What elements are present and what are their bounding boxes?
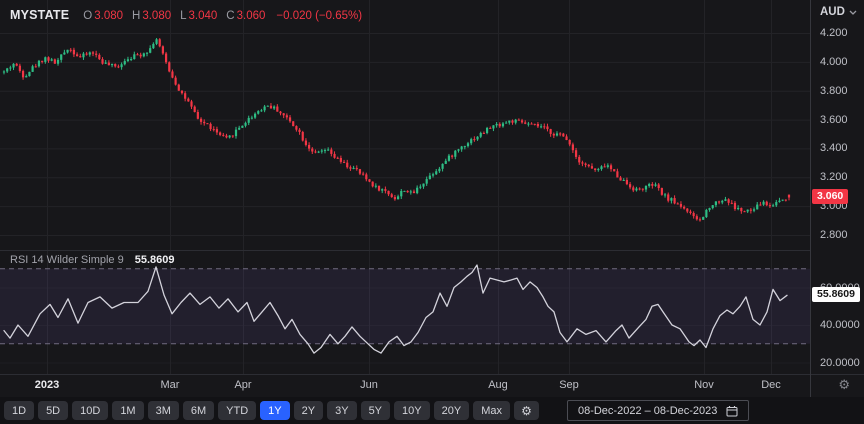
time-tick-mar: Mar bbox=[160, 379, 180, 391]
price-tick: 3.400 bbox=[820, 142, 848, 155]
toolbar-settings-gear-icon[interactable]: ⚙ bbox=[513, 401, 539, 420]
time-axis-scale[interactable]: ⚙ 2023 Mar Apr Jun Aug Sep Nov Dec bbox=[0, 374, 864, 398]
time-tick-aug: Aug bbox=[488, 379, 508, 391]
time-tick-sep: Sep bbox=[559, 379, 579, 391]
price-tick: 3.600 bbox=[820, 113, 848, 126]
price-axis-scale[interactable]: AUD 3.060 55.8609 4.200 4.000 3.800 3.600 3.… bbox=[810, 0, 864, 397]
range-button-3y[interactable]: 3Y bbox=[327, 401, 357, 420]
ohlc-high: H 3.080 bbox=[132, 10, 172, 22]
ohlc-open: O 3.080 bbox=[83, 10, 124, 22]
symbol-header: MYSTATE O 3.080 H 3.080 L 3.040 C 3.060 −0.0… bbox=[10, 8, 362, 22]
range-button-10d[interactable]: 10D bbox=[72, 401, 109, 420]
date-range-text: 08-Dec-2022 – 08-Dec-2023 bbox=[577, 404, 718, 417]
range-button-1m[interactable]: 1M bbox=[112, 401, 144, 420]
rsi-tick: 20.0000 bbox=[820, 356, 860, 369]
range-button-1y[interactable]: 1Y bbox=[260, 401, 290, 420]
price-tick: 3.800 bbox=[820, 84, 848, 97]
trading-chart-app: MYSTATE O 3.080 H 3.080 L 3.040 C 3.060 −0.0… bbox=[0, 0, 864, 424]
price-tick: 3.200 bbox=[820, 171, 848, 184]
range-button-group: 1D 5D 10D 1M 3M 6M YTD 1Y 2Y 3Y 5Y 10Y 20Y Max bbox=[4, 401, 510, 420]
rsi-current-value: 55.8609 bbox=[134, 254, 175, 266]
range-button-20y[interactable]: 20Y bbox=[433, 401, 470, 420]
calendar-icon bbox=[726, 405, 738, 416]
range-button-2y[interactable]: 2Y bbox=[293, 401, 324, 420]
last-price-badge: 3.060 bbox=[812, 189, 849, 205]
rsi-value-badge: 55.8609 bbox=[812, 287, 860, 303]
time-tick-dec: Dec bbox=[761, 379, 781, 391]
rsi-indicator-label: RSI 14 Wilder Simple 9 55.8609 bbox=[10, 254, 174, 266]
price-tick: 4.000 bbox=[820, 55, 848, 68]
time-tick-apr: Apr bbox=[234, 379, 252, 391]
price-tick: 4.200 bbox=[820, 27, 848, 39]
symbol-name: MYSTATE bbox=[10, 8, 70, 22]
range-toolbar: 1D 5D 10D 1M 3M 6M YTD 1Y 2Y 3Y 5Y 10Y 20Y Max ⚙ 08-D… bbox=[0, 397, 864, 424]
price-rsi-chart-canvas[interactable] bbox=[0, 0, 810, 374]
price-tick: 2.800 bbox=[820, 229, 848, 241]
range-button-3m[interactable]: 3M bbox=[147, 401, 179, 420]
currency-dropdown[interactable]: AUD bbox=[820, 6, 857, 18]
ohlc-close: C 3.060 bbox=[226, 10, 266, 22]
price-change: −0.020 (−0.65%) bbox=[276, 10, 363, 22]
time-tick-2023: 2023 bbox=[34, 379, 60, 391]
time-tick-jun: Jun bbox=[360, 379, 378, 391]
time-tick-nov: Nov bbox=[694, 379, 714, 391]
ohlc-low: L 3.040 bbox=[180, 10, 218, 22]
rsi-name: RSI 14 Wilder Simple 9 bbox=[10, 254, 124, 266]
range-button-5d[interactable]: 5D bbox=[38, 401, 69, 420]
range-button-max[interactable]: Max bbox=[473, 401, 510, 420]
range-button-1d[interactable]: 1D bbox=[4, 401, 35, 420]
range-button-10y[interactable]: 10Y bbox=[394, 401, 430, 420]
rsi-tick: 40.0000 bbox=[820, 319, 860, 331]
range-button-6m[interactable]: 6M bbox=[182, 401, 215, 420]
chevron-down-icon bbox=[849, 10, 857, 15]
range-button-ytd[interactable]: YTD bbox=[218, 401, 257, 420]
range-button-5y[interactable]: 5Y bbox=[360, 401, 391, 420]
date-range-picker[interactable]: 08-Dec-2022 – 08-Dec-2023 bbox=[566, 400, 750, 421]
